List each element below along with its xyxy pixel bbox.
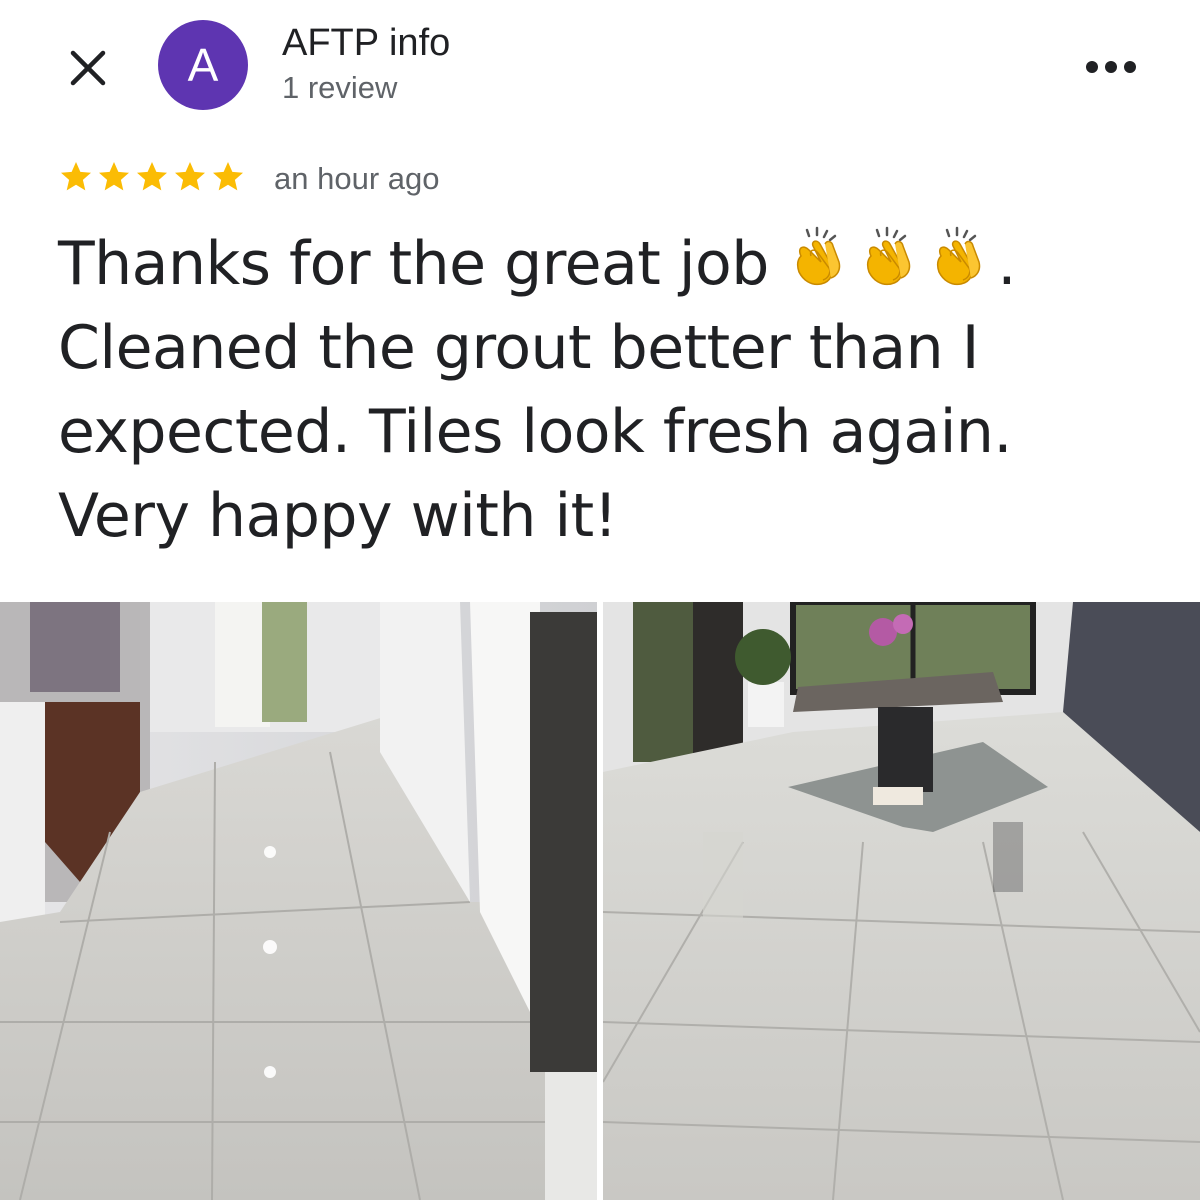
- clapping-hands-emoji: [857, 226, 921, 290]
- close-icon: [70, 50, 106, 86]
- star-icon: [99, 162, 129, 191]
- hallway-floor-photo[interactable]: [0, 602, 597, 1200]
- dining-room-floor-photo[interactable]: [603, 602, 1200, 1200]
- reviewer-review-count: 1 review: [282, 70, 398, 105]
- avatar-initial: A: [187, 39, 219, 91]
- more-horiz-icon: [1086, 61, 1136, 73]
- reviewer-name[interactable]: AFTP info: [282, 22, 450, 65]
- more-options-button[interactable]: [1084, 54, 1138, 80]
- close-button[interactable]: [64, 44, 112, 92]
- star-icon: [137, 162, 167, 191]
- star-icon: [175, 162, 205, 191]
- review-timestamp: an hour ago: [274, 161, 440, 196]
- review-text: Thanks for the great job . Cleaned the g…: [58, 222, 1178, 558]
- star-rating: [58, 159, 246, 201]
- review-line-3: expected. Tiles look fresh again.: [58, 397, 1012, 467]
- review-line-1-text: Thanks for the great job: [58, 229, 769, 299]
- review-line-1-suffix: .: [997, 229, 1016, 299]
- clapping-hands-emoji: [787, 226, 851, 290]
- review-line-4: Very happy with it!: [58, 481, 618, 551]
- star-icon: [61, 162, 91, 191]
- star-icon: [213, 162, 243, 191]
- clapping-hands-emoji: [927, 226, 991, 290]
- review-line-1: Thanks for the great job .: [58, 222, 1178, 306]
- review-line-2: Cleaned the grout better than I: [58, 313, 979, 383]
- avatar[interactable]: A: [158, 20, 248, 110]
